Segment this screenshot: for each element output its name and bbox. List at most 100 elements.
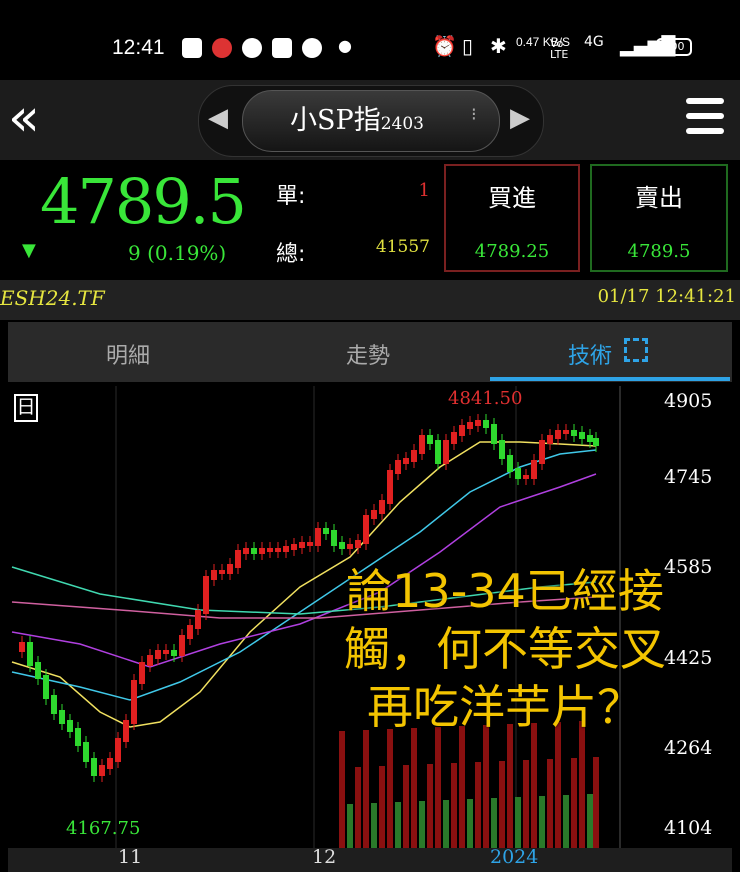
candle-body <box>35 662 41 679</box>
candle-body <box>531 460 537 479</box>
sell-button[interactable]: 賣出 4789.5 <box>590 164 728 272</box>
volume-bar <box>523 760 529 848</box>
candle-body <box>419 435 425 454</box>
volume-bar <box>467 799 473 848</box>
facebook-icon <box>242 38 262 58</box>
volume-bar <box>339 731 345 848</box>
candle-body <box>435 440 441 464</box>
volume-bar <box>435 727 441 848</box>
quote-datetime: 01/17 12:41:21 <box>597 286 736 307</box>
candle-body <box>315 528 321 546</box>
tab-technical[interactable]: 技術 <box>568 338 612 370</box>
tiktok-icon <box>272 38 292 58</box>
volume-bar <box>403 765 409 848</box>
candle-body <box>307 542 313 546</box>
y-tick: 4104 <box>664 817 713 839</box>
candle-body <box>539 440 545 464</box>
volume-bar <box>593 757 599 848</box>
price-change: 9 (0.19%) <box>128 241 227 265</box>
more-dot-icon: ● <box>338 36 352 55</box>
volume-bar <box>347 804 353 848</box>
next-symbol-button[interactable]: ▶ <box>510 103 530 133</box>
tab-trend[interactable]: 走勢 <box>346 338 390 370</box>
back-button[interactable]: « <box>8 92 68 148</box>
x-axis-bar <box>8 848 732 872</box>
volume-bar <box>371 803 377 848</box>
expand-icon[interactable] <box>624 338 648 362</box>
candle-body <box>27 642 33 666</box>
candle-body <box>387 470 393 504</box>
candle-body <box>563 430 569 434</box>
candle-body <box>43 675 49 699</box>
volume-bar <box>459 726 465 848</box>
candle-body <box>379 500 385 514</box>
volume-bar <box>427 764 433 848</box>
buy-button[interactable]: 買進 4789.25 <box>444 164 580 272</box>
volume-bar <box>547 759 553 848</box>
symbol-list-icon[interactable]: ⁝ <box>471 104 485 134</box>
bluetooth-icon: ✱ <box>490 34 507 58</box>
candle-body <box>499 440 505 459</box>
network-type: 4G <box>584 34 604 50</box>
candle-body <box>267 548 273 552</box>
volume-bar <box>515 797 521 848</box>
candle-body <box>291 544 297 550</box>
candle-body <box>251 548 257 554</box>
candle-body <box>459 425 465 436</box>
volume-bar <box>555 722 561 848</box>
menu-bar-icon <box>686 113 724 119</box>
candle-body <box>355 540 361 548</box>
candle-body <box>579 432 585 439</box>
candle-body <box>483 420 489 428</box>
period-button[interactable]: 日 <box>14 394 38 422</box>
candle-body <box>275 548 281 552</box>
app-icon <box>182 38 202 58</box>
x-tick: 2024 <box>490 846 539 868</box>
candle-body <box>139 662 145 684</box>
menu-button[interactable] <box>686 98 724 138</box>
y-tick: 4264 <box>664 737 713 759</box>
candle-body <box>475 420 481 426</box>
bid-price: 4789.25 <box>474 241 550 262</box>
candle-body <box>115 738 121 762</box>
unit-volume-value: 1 <box>418 180 430 201</box>
candle-body <box>67 720 73 732</box>
unit-volume-label: 單: <box>276 184 306 209</box>
symbol-code: 2403 <box>380 114 424 134</box>
candle-body <box>347 544 353 549</box>
candle-body <box>99 765 105 776</box>
candle-body <box>203 576 209 614</box>
volume-bar <box>475 762 481 848</box>
volume-bar <box>387 729 393 848</box>
status-bar: 12:41 ● ⏰ ▯ ✱ 0.47 KB/S Vo LTE 4G ▂▄▆█ 10… <box>0 0 740 80</box>
candle-body <box>571 430 577 436</box>
candle-body <box>363 515 369 544</box>
volume-bar <box>507 724 513 848</box>
prev-symbol-button[interactable]: ◀ <box>208 103 228 133</box>
candle-body <box>83 742 89 762</box>
contract-code: ESH24.TF <box>0 286 105 310</box>
vibrate-icon: ▯ <box>462 34 474 58</box>
candle-body <box>507 455 513 472</box>
active-tab-indicator <box>490 377 730 381</box>
volume-bar <box>491 798 497 848</box>
menu-bar-icon <box>686 98 724 104</box>
candle-body <box>555 430 561 439</box>
annotation-text: 論13-34已經接觸，何不等交叉再吃洋芋片？ <box>344 564 666 734</box>
candle-body <box>523 475 529 479</box>
candle-body <box>155 650 161 659</box>
symbol-title[interactable]: 小SP指2403 <box>242 98 472 137</box>
tab-details[interactable]: 明細 <box>106 338 150 370</box>
candle-body <box>339 542 345 549</box>
candle-body <box>179 635 185 656</box>
candle-body <box>323 528 329 534</box>
candle-body <box>91 758 97 776</box>
candle-body <box>299 542 305 548</box>
candle-body <box>491 424 497 444</box>
candle-body <box>195 610 201 629</box>
app-icon <box>212 38 232 58</box>
y-tick: 4745 <box>664 466 713 488</box>
volte-icon: Vo LTE <box>550 37 569 61</box>
volume-bar <box>531 723 537 848</box>
candle-body <box>59 710 65 724</box>
